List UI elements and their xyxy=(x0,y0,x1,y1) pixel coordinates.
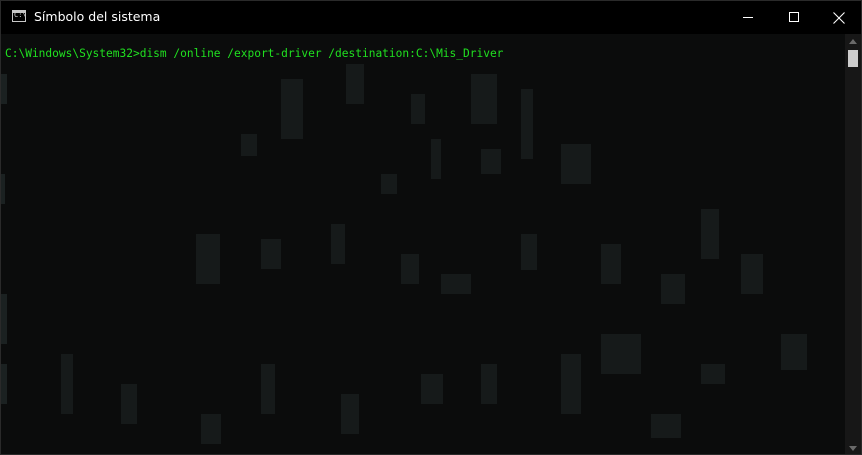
minimize-button[interactable] xyxy=(725,1,771,34)
scroll-thumb[interactable] xyxy=(848,50,858,67)
minimize-icon xyxy=(743,17,753,18)
close-button[interactable] xyxy=(816,1,861,34)
window-title: Símbolo del sistema xyxy=(34,9,161,24)
close-icon xyxy=(833,12,845,24)
scroll-down-button[interactable] xyxy=(845,441,861,454)
scroll-up-button[interactable] xyxy=(845,34,861,49)
console-line: C:\Windows\System32>dism /online /export… xyxy=(5,47,504,60)
maximize-button[interactable] xyxy=(771,1,817,34)
arrow-up-icon xyxy=(849,39,857,44)
maximize-icon xyxy=(789,12,799,22)
console-output[interactable]: C:\Windows\System32>dism /online /export… xyxy=(1,34,845,454)
cmd-icon: C:\. xyxy=(12,10,26,22)
vertical-scrollbar[interactable] xyxy=(845,34,861,454)
command-prompt-window: C:\. Símbolo del sistema C:\Windows\Syst… xyxy=(0,0,862,455)
arrow-down-icon xyxy=(849,446,857,451)
title-bar[interactable]: C:\. Símbolo del sistema xyxy=(1,1,861,34)
